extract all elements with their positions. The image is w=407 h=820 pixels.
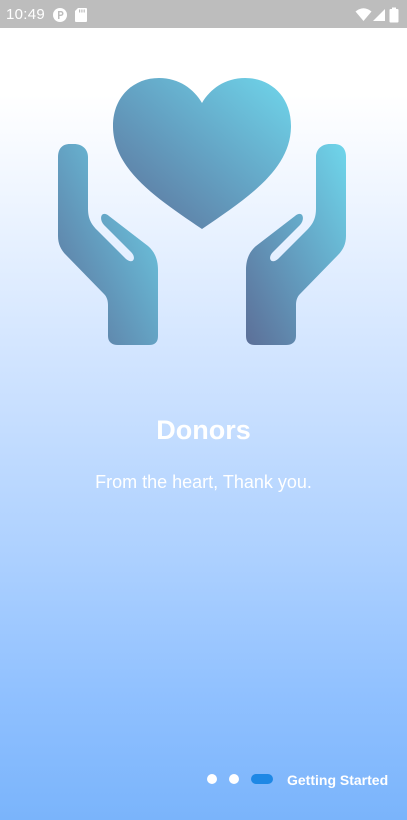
p-badge-icon [53,8,67,22]
battery-icon [389,7,399,23]
sd-card-icon [75,8,87,22]
status-time: 10:49 [6,6,46,23]
page-indicator-dot[interactable] [207,774,217,784]
onboarding-title: Donors [156,415,251,445]
heart-icon [113,78,291,229]
hands-holding-heart-icon [58,78,346,345]
onboarding-subtitle: From the heart, Thank you. [95,472,312,492]
page-indicator-dot[interactable] [229,774,239,784]
onboarding-screen: 10:49 Donors From the heart, Thank you. … [0,0,407,820]
cell-signal-icon [373,9,385,21]
status-bar: 10:49 [0,0,407,28]
wifi-icon [355,8,372,21]
getting-started-button[interactable]: Getting Started [279,764,396,796]
page-indicator-dot-active[interactable] [251,774,273,784]
